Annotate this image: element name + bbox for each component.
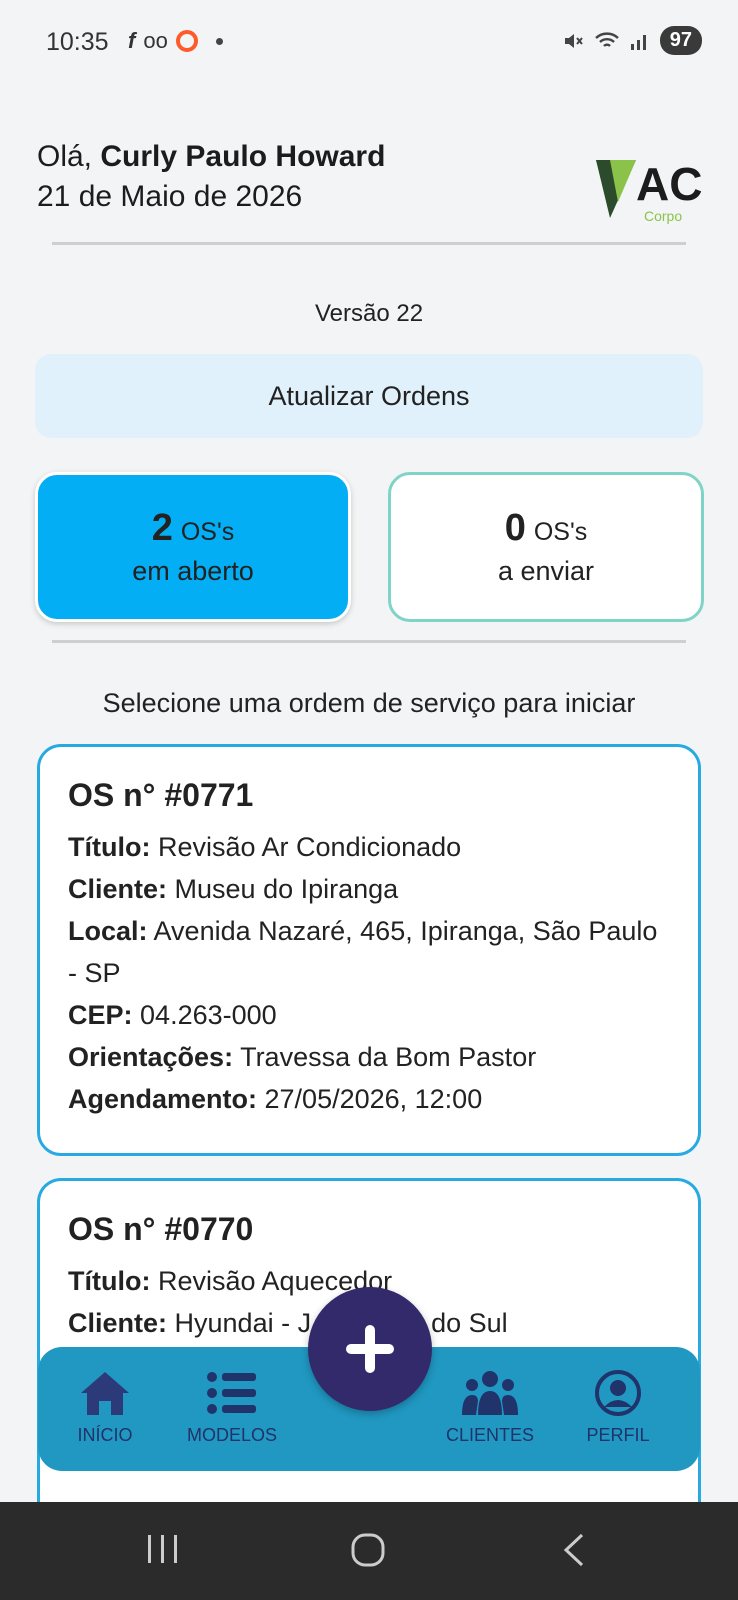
order-schedule: 27/05/2026, 12:00	[264, 1084, 483, 1114]
order-cep-row: CEP: 04.263-000	[68, 1000, 277, 1030]
order-client-suffix: do Sul	[431, 1308, 508, 1338]
order-notes-row: Orientações: Travessa da Bom Pastor	[68, 1042, 537, 1072]
order-title-row: Título: Revisão Ar Condicionado	[68, 832, 462, 862]
logo-subtext: Corpo	[644, 208, 683, 224]
mute-icon	[564, 33, 583, 48]
user-name: Curly Paulo Howard	[100, 140, 386, 173]
order-client: Hyundai - J	[174, 1308, 312, 1338]
order-client-row: Cliente: Museu do Ipiranga	[68, 874, 399, 904]
nav-label-clientes: CLIENTES	[445, 1425, 535, 1445]
order-number: OS n° #0771	[68, 777, 254, 813]
wifi-icon	[594, 31, 619, 47]
battery-level: 97	[659, 26, 702, 55]
system-icons: 97	[562, 26, 702, 55]
facebook-icon: f	[128, 28, 136, 53]
system-navigation-bar	[0, 1502, 738, 1600]
plus-icon	[346, 1325, 394, 1373]
open-orders-unit: OS's	[180, 518, 235, 546]
pending-send-count: 0	[504, 507, 526, 549]
header-divider	[52, 242, 686, 245]
profile-icon	[595, 1370, 641, 1416]
company-logo: AC Corpo	[596, 158, 738, 228]
order-location-row: Local: Avenida Nazaré, 465, Ipiranga, Sã…	[68, 916, 658, 988]
nav-item-perfil[interactable]: PERFIL	[558, 1369, 678, 1446]
greeting: Olá, Curly Paulo Howard	[37, 140, 385, 174]
pending-send-counter[interactable]: 0 OS's a enviar	[388, 472, 704, 622]
status-bar: 10:35 f oo 97	[0, 0, 738, 90]
select-order-prompt: Selecione uma ordem de serviço para inic…	[102, 688, 636, 718]
order-cep: 04.263-000	[140, 1000, 277, 1030]
order-client: Museu do Ipiranga	[174, 874, 399, 904]
current-date: 21 de Maio de 2026	[37, 180, 303, 213]
home-icon	[81, 1372, 129, 1415]
order-number: OS n° #0770	[68, 1211, 254, 1247]
recent-apps-icon[interactable]	[146, 1532, 180, 1566]
open-orders-label: em aberto	[132, 556, 254, 586]
open-orders-counter[interactable]: 2 OS's em aberto	[35, 472, 351, 622]
home-button-icon[interactable]	[350, 1532, 386, 1568]
pending-send-label: a enviar	[497, 556, 595, 586]
nav-label-modelos: MODELOS	[186, 1425, 278, 1445]
order-notes: Travessa da Bom Pastor	[240, 1042, 537, 1072]
pending-send-unit: OS's	[533, 518, 588, 546]
voicemail-icon: oo	[143, 28, 168, 53]
nav-label-inicio: INÍCIO	[77, 1425, 133, 1445]
nav-label-perfil: PERFIL	[586, 1425, 650, 1445]
back-icon[interactable]	[560, 1532, 588, 1568]
nav-item-inicio[interactable]: INÍCIO	[45, 1369, 165, 1446]
more-notifications-icon	[215, 37, 223, 45]
update-orders-button[interactable]: Atualizar Ordens	[35, 354, 703, 438]
counters-divider	[52, 640, 686, 643]
order-card[interactable]: OS n° #0771 Título: Revisão Ar Condicion…	[37, 744, 701, 1156]
app-version: Versão 22	[314, 300, 424, 327]
logo-text: AC	[636, 158, 702, 210]
notification-icons: f oo	[128, 28, 223, 54]
order-title: Revisão Ar Condicionado	[157, 832, 462, 862]
signal-icon	[630, 34, 646, 50]
add-order-button[interactable]	[308, 1287, 432, 1411]
greeting-prefix: Olá,	[37, 140, 93, 173]
order-location: Avenida Nazaré, 465, Ipiranga, São Paulo…	[68, 916, 658, 988]
open-orders-count: 2	[151, 507, 173, 549]
nav-item-clientes[interactable]: CLIENTES	[430, 1369, 550, 1446]
users-icon	[462, 1371, 518, 1415]
status-time: 10:35	[46, 28, 109, 56]
list-icon	[207, 1372, 256, 1414]
order-schedule-row: Agendamento: 27/05/2026, 12:00	[68, 1084, 483, 1114]
nav-item-modelos[interactable]: MODELOS	[172, 1369, 292, 1446]
ring-icon	[175, 30, 198, 52]
